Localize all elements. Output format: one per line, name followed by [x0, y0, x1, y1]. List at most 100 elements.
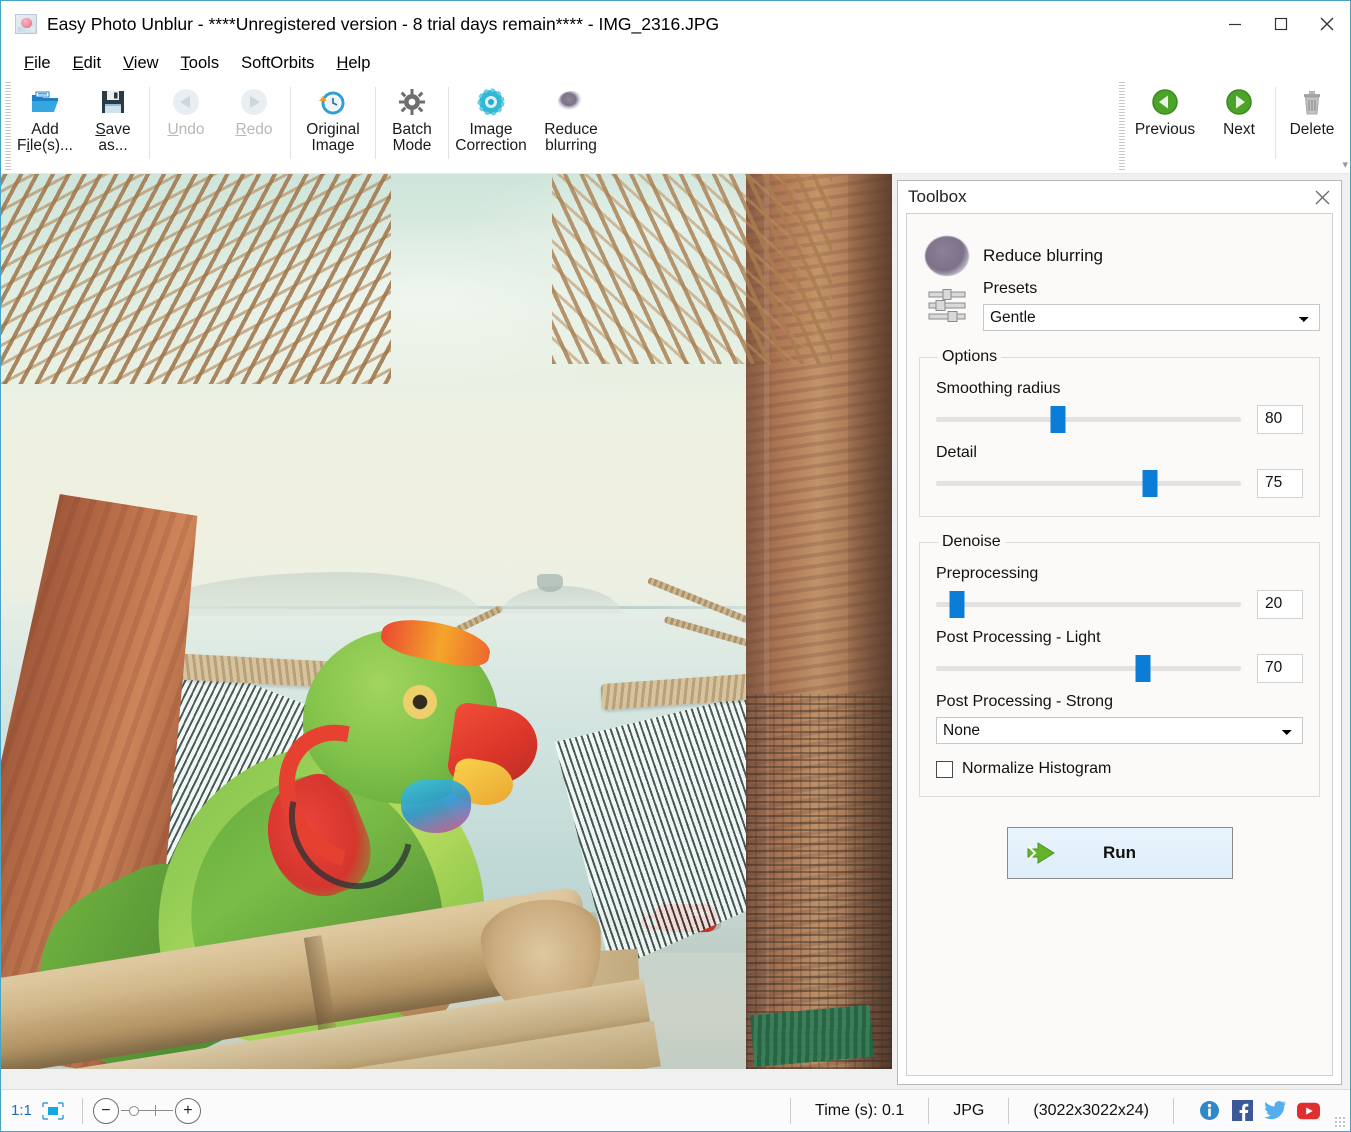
normalize-histogram-label: Normalize Histogram — [962, 760, 1111, 778]
smoothing-radius-slider[interactable] — [936, 404, 1241, 434]
file-format: JPG — [939, 1102, 998, 1120]
redo-arrow-icon — [237, 85, 271, 119]
green-run-arrow-icon — [1024, 838, 1060, 868]
photo-preview[interactable] — [1, 174, 892, 1069]
preprocessing-label: Preprocessing — [936, 565, 1303, 583]
detail-track — [936, 481, 1241, 486]
toolbar-separator-5 — [1275, 87, 1276, 159]
image-dimensions: (3022x3022x24) — [1019, 1102, 1163, 1120]
color-wheel-icon — [474, 85, 508, 119]
run-button[interactable]: Run — [1007, 827, 1233, 879]
add-files-line1: Add — [31, 122, 59, 138]
presets-select[interactable]: Gentle — [983, 304, 1320, 331]
menu-edit[interactable]: Edit — [62, 51, 112, 76]
post-light-track — [936, 666, 1241, 671]
preprocessing-track — [936, 602, 1241, 607]
add-files-button[interactable]: Add File(s)... — [11, 79, 79, 155]
zoom-out-button[interactable]: − — [93, 1098, 119, 1124]
options-group: Options Smoothing radius 80 Detail — [919, 348, 1320, 517]
post-strong-block: Post Processing - Strong None — [936, 693, 1303, 744]
processing-time: Time (s): 0.1 — [801, 1102, 918, 1120]
next-button[interactable]: Next — [1205, 79, 1273, 138]
previous-button[interactable]: Previous — [1125, 79, 1205, 138]
post-light-slider[interactable] — [936, 653, 1241, 683]
toolbar-navigation-group: Previous Next — [1115, 79, 1346, 171]
maximize-button[interactable] — [1258, 1, 1304, 47]
info-icon[interactable] — [1198, 1099, 1221, 1122]
preprocessing-value[interactable]: 20 — [1257, 590, 1303, 619]
toolbar-effects-group: Image Correction — [451, 79, 611, 171]
original-image-line2: Image — [311, 138, 354, 154]
toolbox-header: Toolbox — [898, 181, 1341, 213]
presets-label: Presets — [983, 280, 1320, 298]
application-window: Easy Photo Unblur - ****Unregistered ver… — [0, 0, 1351, 1132]
menu-file[interactable]: File — [13, 51, 62, 76]
batch-mode-button[interactable]: Batch Mode — [378, 79, 446, 155]
parrot-throat-feathers — [401, 779, 471, 833]
floppy-disk-icon — [96, 85, 130, 119]
reduce-blurring-line1: Reduce — [544, 122, 597, 138]
toolbox-close-icon[interactable] — [1311, 186, 1333, 208]
normalize-histogram-row[interactable]: Normalize Histogram — [936, 760, 1303, 778]
menu-edit-rest: dit — [84, 54, 101, 72]
previous-label: Previous — [1135, 122, 1195, 138]
zoom-slider[interactable]: − + — [93, 1098, 201, 1124]
main-toolbar: Add File(s)... Save as... — [1, 79, 1350, 174]
toolbar-history-group: Undo Redo — [152, 79, 288, 171]
zoom-slider-tick — [155, 1105, 156, 1116]
menu-softorbits[interactable]: SoftOrbits — [230, 51, 325, 76]
image-correction-button[interactable]: Image Correction — [451, 79, 531, 155]
zoom-ratio-label[interactable]: 1:1 — [11, 1102, 32, 1119]
zoom-in-button[interactable]: + — [175, 1098, 201, 1124]
reduce-blurring-button[interactable]: Reduce blurring — [531, 79, 611, 155]
post-strong-select[interactable]: None — [936, 717, 1303, 744]
toolbar-separator-2 — [290, 87, 291, 159]
smoothing-radius-label: Smoothing radius — [936, 380, 1303, 398]
status-separator-4 — [1173, 1098, 1174, 1124]
original-image-button[interactable]: Original Image — [293, 79, 373, 155]
close-button[interactable] — [1304, 1, 1350, 47]
preprocessing-row: 20 — [936, 589, 1303, 619]
batch-mode-line1: Batch — [392, 122, 432, 138]
undo-button[interactable]: Undo — [152, 79, 220, 138]
palm-fronds-top-right — [552, 174, 832, 364]
status-social-icons — [1184, 1099, 1332, 1122]
preprocessing-slider[interactable] — [936, 589, 1241, 619]
presets-row: Presets Gentle — [925, 280, 1320, 332]
youtube-icon[interactable] — [1297, 1099, 1320, 1122]
detail-thumb[interactable] — [1142, 470, 1157, 497]
smoothing-radius-track — [936, 417, 1241, 422]
smoothing-radius-thumb[interactable] — [1051, 406, 1066, 433]
normalize-histogram-checkbox[interactable] — [936, 761, 953, 778]
smoothing-radius-value[interactable]: 80 — [1257, 405, 1303, 434]
open-folder-icon — [28, 85, 62, 119]
toolbar-overflow-icon[interactable]: ▾ — [1342, 158, 1348, 171]
detail-value[interactable]: 75 — [1257, 469, 1303, 498]
zoom-slider-handle[interactable] — [129, 1106, 139, 1116]
menu-view[interactable]: View — [112, 51, 169, 76]
canvas-scrollbar[interactable] — [892, 174, 895, 1069]
minimize-button[interactable] — [1212, 1, 1258, 47]
save-as-button[interactable]: Save as... — [79, 79, 147, 155]
green-forward-icon — [1222, 85, 1256, 119]
status-separator-3 — [1008, 1098, 1009, 1124]
post-light-thumb[interactable] — [1136, 655, 1151, 682]
menu-tools[interactable]: Tools — [170, 51, 231, 76]
twitter-icon[interactable] — [1264, 1099, 1287, 1122]
post-light-value[interactable]: 70 — [1257, 654, 1303, 683]
menu-help[interactable]: Help — [325, 51, 381, 76]
delete-button[interactable]: Delete — [1278, 79, 1346, 138]
redo-button[interactable]: Redo — [220, 79, 288, 138]
title-bar: Easy Photo Unblur - ****Unregistered ver… — [1, 1, 1350, 47]
fit-to-window-icon[interactable] — [40, 1101, 66, 1121]
denoise-group: Denoise Preprocessing 20 Post Process — [919, 533, 1320, 797]
detail-slider[interactable] — [936, 468, 1241, 498]
undo-arrow-icon — [169, 85, 203, 119]
status-separator-0 — [82, 1098, 83, 1124]
toolbar-separator-4 — [448, 87, 449, 159]
image-canvas[interactable] — [1, 174, 895, 1089]
palm-fronds-top-left — [1, 174, 391, 384]
preprocessing-thumb[interactable] — [950, 591, 965, 618]
facebook-icon[interactable] — [1231, 1099, 1254, 1122]
resize-grip[interactable] — [1334, 1116, 1346, 1128]
